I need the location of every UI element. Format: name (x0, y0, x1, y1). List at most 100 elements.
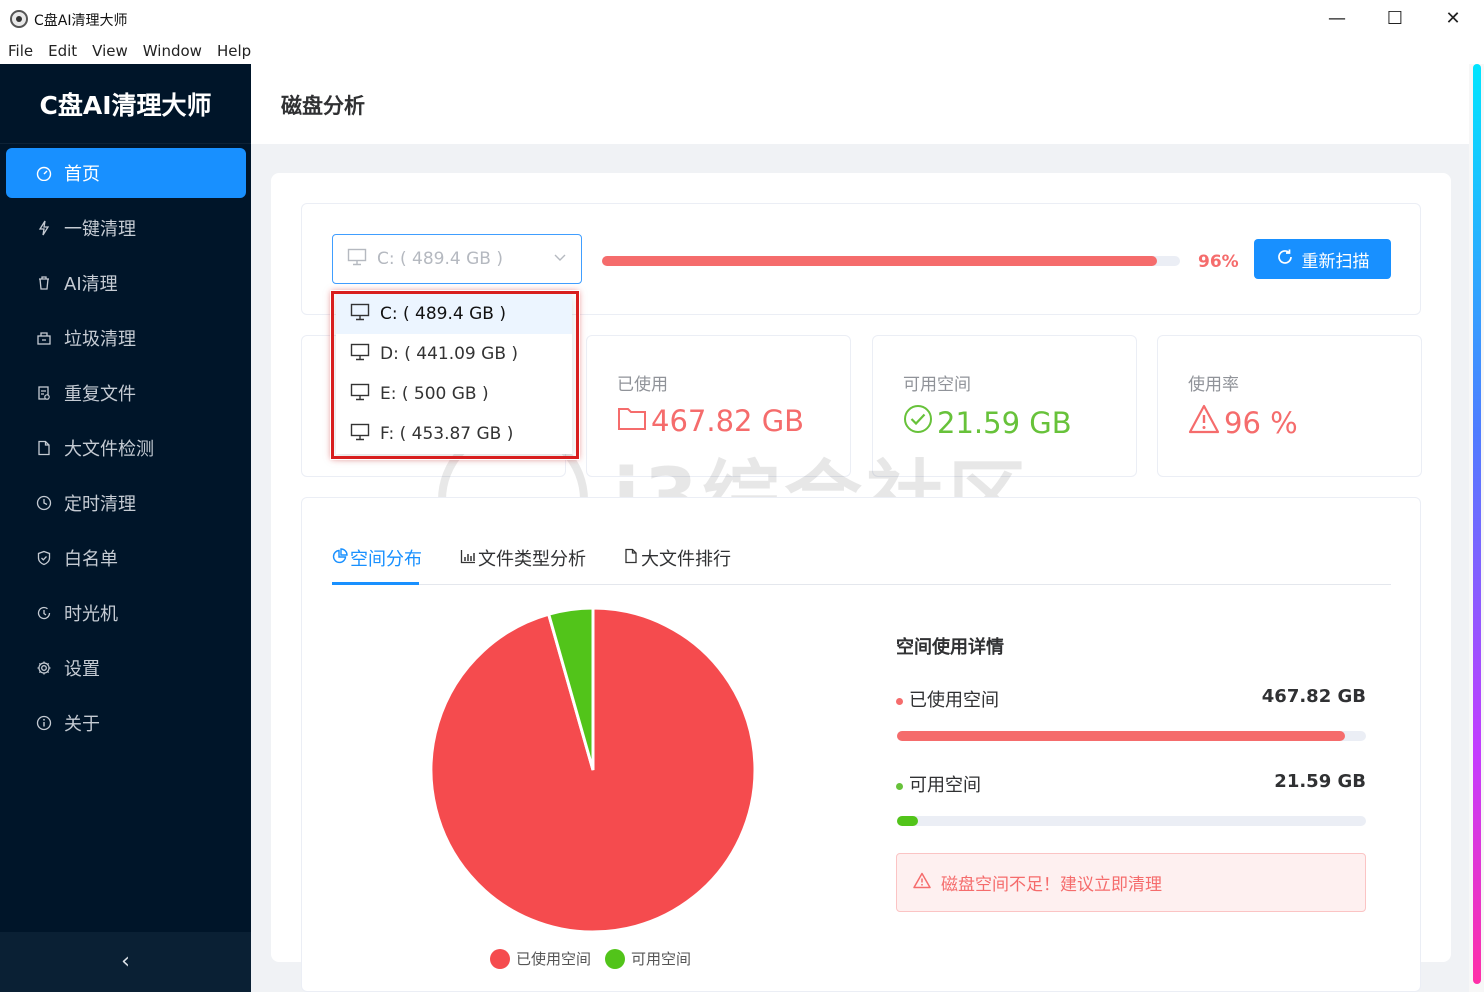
gear-icon (36, 660, 52, 676)
stat-free-value: 21.59 GB (937, 405, 1072, 440)
tab-file-type-analysis[interactable]: 文件类型分析 (460, 545, 586, 571)
sidebar-item-label: 重复文件 (64, 384, 136, 405)
detail-used-label: 已使用空间 (909, 690, 999, 711)
legend-item-free[interactable]: 可用空间 (605, 948, 691, 969)
sidebar-item-large-files[interactable]: 大文件检测 (6, 423, 246, 473)
tab-label: 文件类型分析 (478, 549, 586, 570)
menu-bar: File Edit View Window Help (0, 38, 1484, 64)
minimize-button[interactable]: — (1312, 4, 1362, 34)
sidebar-item-label: 首页 (64, 164, 100, 185)
page-title: 磁盘分析 (281, 94, 365, 118)
sidebar-item-whitelist[interactable]: 白名单 (6, 533, 246, 583)
usage-percent: 96% (1198, 252, 1239, 272)
sidebar: C盘AI清理大师 首页 一键清理 AI清理 垃圾清理 重复文件 大文件检测 定时… (0, 64, 251, 992)
pie-chart-icon (332, 548, 348, 568)
dashboard-icon (36, 165, 52, 181)
detail-row-used: 已使用空间 467.82 GB (896, 686, 1366, 712)
detail-free-value: 21.59 GB (1274, 771, 1366, 792)
sidebar-item-one-click[interactable]: 一键清理 (6, 203, 246, 253)
sidebar-item-label: 定时清理 (64, 494, 136, 515)
tab-space-distribution[interactable]: 空间分布 (332, 545, 422, 571)
menu-view[interactable]: View (92, 42, 128, 60)
drive-select-value: C: ( 489.4 GB ) (377, 249, 503, 269)
scrollbar-thumb[interactable] (1473, 64, 1481, 984)
trash-icon (36, 275, 52, 291)
refresh-icon (1276, 248, 1294, 271)
sidebar-item-home[interactable]: 首页 (6, 148, 246, 198)
sidebar-item-duplicates[interactable]: 重复文件 (6, 368, 246, 418)
collapse-sidebar-button[interactable]: ‹ (0, 932, 251, 992)
stat-free-label: 可用空间 (903, 375, 971, 395)
detail-row-free: 可用空间 21.59 GB (896, 771, 1366, 797)
sidebar-item-ai-clean[interactable]: AI清理 (6, 258, 246, 308)
legend-label-free: 可用空间 (631, 950, 692, 968)
menu-help[interactable]: Help (217, 42, 251, 60)
detail-title: 空间使用详情 (896, 637, 1004, 658)
low-space-alert-text: 磁盘空间不足！建议立即清理 (941, 875, 1162, 895)
window-title: C盘AI清理大师 (34, 13, 128, 29)
stat-card-rate: 使用率 96 % (1157, 335, 1422, 477)
legend-swatch-free (605, 948, 626, 969)
tab-label: 空间分布 (350, 549, 422, 570)
tab-large-file-ranking[interactable]: 大文件排行 (623, 545, 731, 571)
legend-label-used: 已使用空间 (516, 950, 592, 968)
stat-used-value-row: 467.82 GB (617, 404, 804, 438)
monitor-icon (347, 248, 367, 271)
sidebar-item-settings[interactable]: 设置 (6, 643, 246, 693)
folder-icon (617, 405, 647, 438)
usage-progress-bar (602, 256, 1180, 266)
sidebar-item-label: 设置 (64, 659, 100, 680)
sidebar-nav: 首页 一键清理 AI清理 垃圾清理 重复文件 大文件检测 定时清理 白名单 时光… (0, 148, 251, 753)
menu-file[interactable]: File (8, 42, 33, 60)
sidebar-item-junk-clean[interactable]: 垃圾清理 (6, 313, 246, 363)
file-icon (36, 440, 52, 456)
sidebar-item-scheduled[interactable]: 定时清理 (6, 478, 246, 528)
tabs-divider (332, 584, 1391, 585)
stat-card-free: 可用空间 21.59 GB (872, 335, 1137, 477)
bar-chart-icon (460, 548, 476, 568)
rescan-label: 重新扫描 (1301, 251, 1370, 272)
app-logo-icon (10, 10, 28, 28)
stat-rate-value-row: 96 % (1188, 404, 1298, 441)
chevron-down-icon (553, 250, 567, 268)
detail-free-bar-fill (897, 816, 918, 826)
maximize-button[interactable]: ☐ (1370, 4, 1420, 34)
lightning-icon (36, 220, 52, 236)
check-circle-icon (903, 404, 933, 441)
drive-select[interactable]: C: ( 489.4 GB ) (332, 234, 582, 284)
detail-used-value: 467.82 GB (1261, 686, 1366, 707)
warning-icon (1188, 404, 1220, 441)
vertical-scrollbar[interactable] (1469, 64, 1484, 992)
sidebar-item-label: 白名单 (64, 549, 118, 570)
legend-item-used[interactable]: 已使用空间 (490, 948, 591, 969)
detail-used-bar (897, 731, 1366, 741)
shield-check-icon (36, 550, 52, 566)
detail-used-bar-fill (897, 731, 1346, 741)
detail-free-bar (897, 816, 1366, 826)
detail-dot-used (896, 697, 903, 705)
sidebar-item-label: 关于 (64, 714, 100, 735)
tab-active-indicator (332, 582, 419, 585)
close-button[interactable]: ✕ (1428, 4, 1478, 34)
stat-rate-value: 96 % (1224, 405, 1298, 440)
stat-free-value-row: 21.59 GB (903, 404, 1072, 441)
stat-used-label: 已使用 (617, 375, 668, 395)
rescan-button[interactable]: 重新扫描 (1254, 239, 1391, 279)
sidebar-item-time-machine[interactable]: 时光机 (6, 588, 246, 638)
info-icon (36, 715, 52, 731)
sidebar-item-label: 大文件检测 (64, 439, 154, 460)
menu-window[interactable]: Window (143, 42, 202, 60)
main-header: 磁盘分析 (251, 64, 1469, 144)
menu-edit[interactable]: Edit (48, 42, 77, 60)
file-icon (623, 548, 639, 568)
detail-free-label: 可用空间 (909, 775, 981, 796)
sidebar-item-label: AI清理 (64, 274, 118, 295)
document-duplicate-icon (36, 385, 52, 401)
sidebar-item-label: 垃圾清理 (64, 329, 136, 350)
legend-swatch-used (490, 948, 510, 969)
sidebar-item-about[interactable]: 关于 (6, 698, 246, 748)
stat-rate-label: 使用率 (1188, 375, 1239, 395)
tab-label: 大文件排行 (641, 549, 731, 570)
box-icon (36, 330, 52, 346)
detail-dot-free (896, 782, 903, 790)
